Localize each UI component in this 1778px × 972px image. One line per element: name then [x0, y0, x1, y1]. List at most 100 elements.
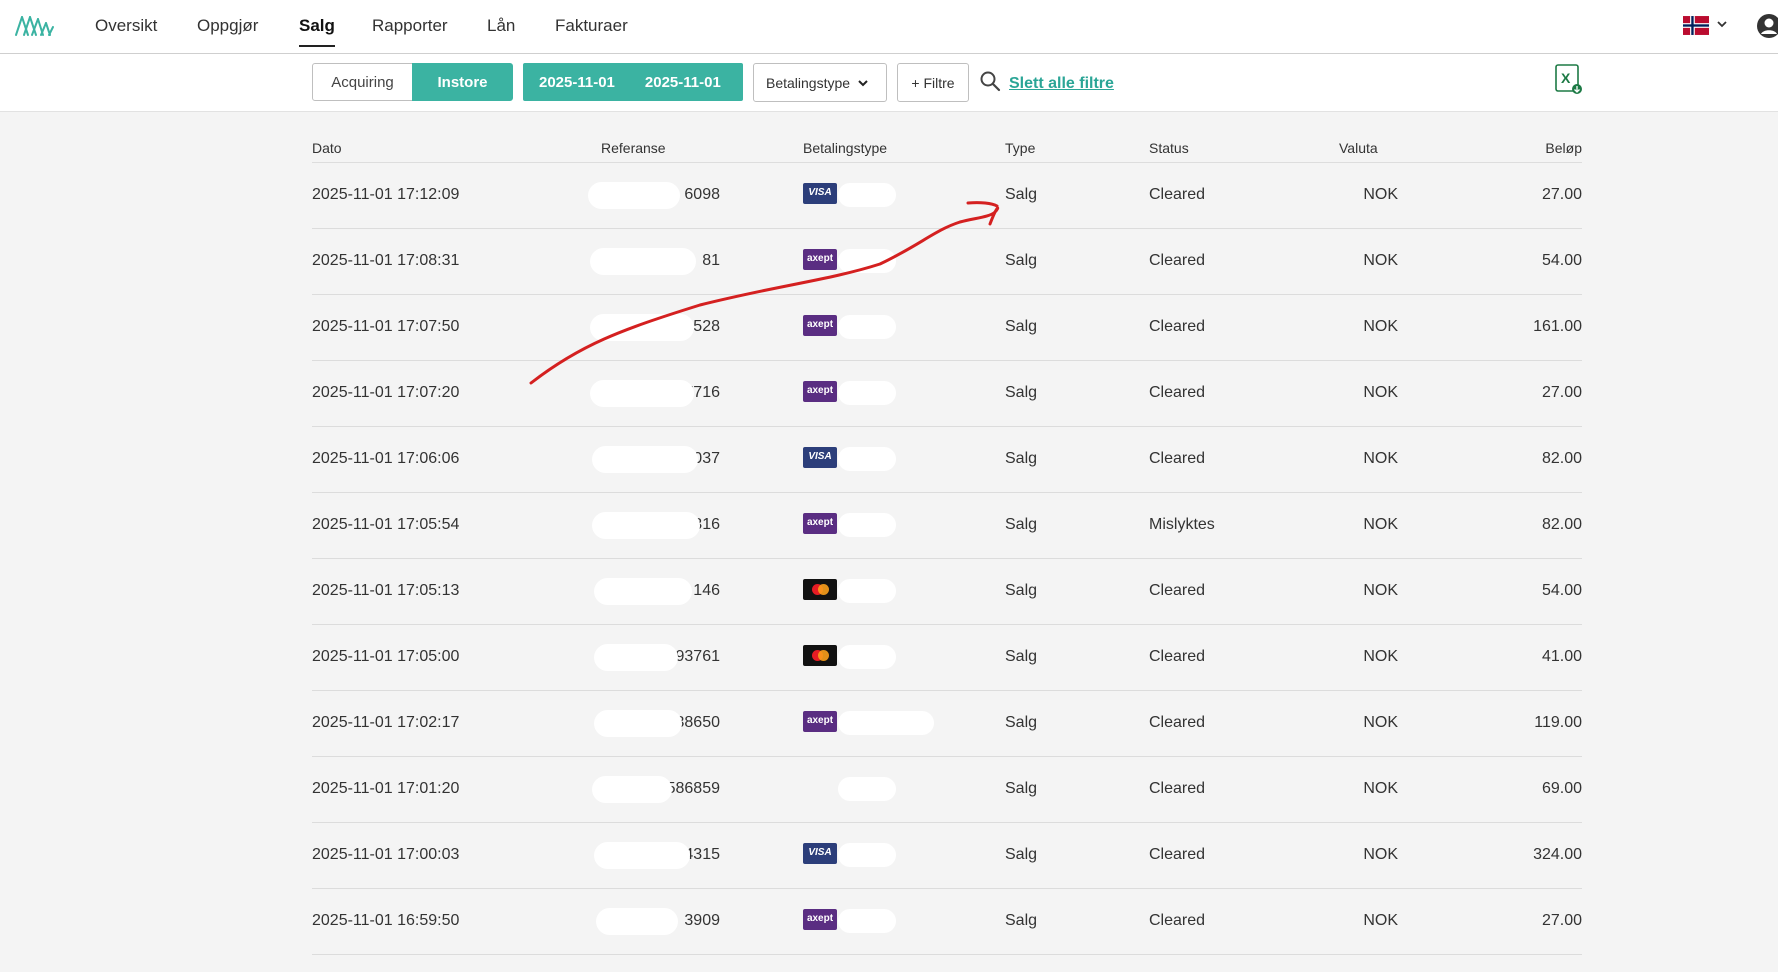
nav-salg[interactable]: Salg — [299, 16, 335, 47]
table-row[interactable]: 2025-11-01 17:12:09 6098 Salg Cleared NOK 27.… — [312, 163, 1582, 229]
cell-status: Cleared — [1149, 252, 1206, 269]
redaction-mark — [838, 315, 896, 339]
cell-payment-type — [803, 909, 837, 930]
redaction-mark — [592, 776, 672, 803]
header-date[interactable]: Dato — [312, 140, 342, 156]
table-row[interactable]: 2025-11-01 17:07:50 528 Salg Cleared NOK 161.… — [312, 295, 1582, 361]
redaction-mark — [594, 578, 692, 605]
date-to[interactable]: 2025-11-01 — [645, 74, 721, 91]
chevron-down-icon[interactable] — [1716, 18, 1728, 30]
excel-export-icon[interactable]: X — [1553, 63, 1583, 95]
header-reference[interactable]: Referanse — [601, 140, 666, 156]
axept-card-icon — [803, 381, 837, 402]
nav-oppgjor[interactable]: Oppgjør — [197, 16, 258, 45]
brand-logo-icon[interactable] — [14, 11, 56, 37]
redaction-mark — [596, 908, 678, 935]
chevron-down-icon — [858, 79, 868, 86]
header-type[interactable]: Type — [1005, 140, 1035, 156]
table-row[interactable]: 2025-11-01 17:05:54 316 Salg Mislyktes NOK 82… — [312, 493, 1582, 559]
cell-status: Cleared — [1149, 450, 1206, 467]
table-row[interactable]: 2025-11-01 16:59:50 3909 Salg Cleared NOK 27.… — [312, 889, 1582, 955]
cell-amount: 54.00 — [1541, 252, 1582, 269]
redaction-mark — [838, 909, 896, 933]
redaction-mark — [838, 777, 896, 801]
cell-currency: NOK — [1363, 252, 1398, 269]
search-icon[interactable] — [979, 70, 1001, 92]
payment-type-dropdown-label: Betalingstype — [766, 74, 851, 91]
nav-lan[interactable]: Lån — [487, 16, 515, 45]
cell-type: Salg — [1005, 582, 1038, 599]
table-row[interactable]: 2025-11-01 17:02:17 38650 Salg Cleared NOK 11… — [312, 691, 1582, 757]
norway-flag-icon[interactable] — [1683, 16, 1709, 35]
table-row[interactable]: 2025-11-01 17:05:13 146 Salg Cleared NOK 54.0… — [312, 559, 1582, 625]
cell-currency: NOK — [1363, 318, 1398, 335]
header-currency[interactable]: Valuta — [1339, 140, 1378, 156]
cell-payment-type — [803, 513, 837, 534]
cell-type: Salg — [1005, 384, 1038, 401]
cell-payment-type — [803, 315, 837, 336]
table-row[interactable]: 2025-11-01 17:05:00 93761 Salg Cleared NOK 41… — [312, 625, 1582, 691]
nav-fakturaer[interactable]: Fakturaer — [555, 16, 628, 45]
redaction-mark — [592, 512, 700, 539]
header-payment-type[interactable]: Betalingstype — [803, 140, 887, 156]
axept-card-icon — [803, 909, 837, 930]
date-range-picker[interactable]: 2025-11-01 2025-11-01 — [523, 63, 743, 101]
cell-currency: NOK — [1363, 186, 1398, 203]
axept-card-icon — [803, 711, 837, 732]
cell-amount: 82.00 — [1541, 450, 1582, 467]
redaction-mark — [592, 446, 698, 473]
mastercard-card-icon — [803, 645, 837, 666]
header-status[interactable]: Status — [1149, 140, 1189, 156]
redaction-mark — [590, 314, 694, 341]
segment-instore[interactable]: Instore — [412, 63, 513, 101]
table-row[interactable]: 2025-11-01 17:06:06 037 Salg Cleared NOK 82.0… — [312, 427, 1582, 493]
mastercard-card-icon — [803, 579, 837, 600]
segment-acquiring[interactable]: Acquiring — [312, 63, 413, 101]
cell-payment-type — [803, 249, 837, 270]
cell-currency: NOK — [1363, 780, 1398, 797]
cell-currency: NOK — [1363, 846, 1398, 863]
table-row[interactable]: 2025-11-01 17:07:204597716SalgClearedNOK… — [312, 361, 1582, 427]
redaction-mark — [590, 248, 696, 275]
cell-amount: 324.00 — [1533, 846, 1582, 863]
redaction-mark — [838, 249, 896, 273]
cell-amount: 54.00 — [1541, 582, 1582, 599]
cell-payment-type — [803, 645, 837, 666]
cell-status: Cleared — [1149, 186, 1206, 203]
cell-payment-type — [803, 183, 837, 204]
svg-text:X: X — [1561, 70, 1571, 86]
clear-all-filters-link[interactable]: Slett alle filtre — [1009, 75, 1114, 93]
cell-payment-type — [803, 843, 837, 864]
add-filter-button[interactable]: + Filtre — [897, 63, 969, 102]
redaction-mark — [838, 843, 896, 867]
redaction-mark — [838, 381, 896, 405]
table-row[interactable]: 2025-11-01 17:08:31 81 Salg Cleared NOK 54.00 — [312, 229, 1582, 295]
date-from[interactable]: 2025-11-01 — [539, 74, 615, 91]
cell-status: Cleared — [1149, 384, 1206, 401]
nav-oversikt[interactable]: Oversikt — [95, 16, 157, 45]
cell-status: Cleared — [1149, 780, 1206, 797]
header-amount[interactable]: Beløp — [1442, 140, 1582, 156]
visa-card-icon — [803, 183, 837, 204]
cell-status: Cleared — [1149, 648, 1206, 665]
none-card-icon — [803, 777, 837, 798]
table-header: Dato Referanse Betalingstype Type Status… — [312, 134, 1582, 163]
redaction-mark — [838, 645, 896, 669]
table-row[interactable]: 2025-11-01 17:00:03 34315 Salg Cleared NOK 32… — [312, 823, 1582, 889]
cell-status: Mislyktes — [1149, 516, 1215, 533]
redaction-mark — [594, 710, 682, 737]
cell-amount: 27.00 — [1541, 384, 1582, 401]
cell-type: Salg — [1005, 648, 1038, 665]
cell-status: Cleared — [1149, 714, 1206, 731]
cell-type: Salg — [1005, 714, 1038, 731]
user-account-icon[interactable] — [1756, 13, 1778, 39]
top-navigation: Oversikt Oppgjør Salg Rapporter Lån Fakt… — [0, 0, 1778, 54]
nav-rapporter[interactable]: Rapporter — [372, 16, 448, 45]
payment-type-dropdown[interactable]: Betalingstype — [753, 63, 887, 102]
axept-card-icon — [803, 315, 837, 336]
axept-card-icon — [803, 249, 837, 270]
filter-bar — [0, 54, 1778, 112]
axept-card-icon — [803, 513, 837, 534]
redaction-mark — [594, 644, 678, 671]
table-row[interactable]: 2025-11-01 17:01:20 586859 Salg Cleared NOK 6… — [312, 757, 1582, 823]
